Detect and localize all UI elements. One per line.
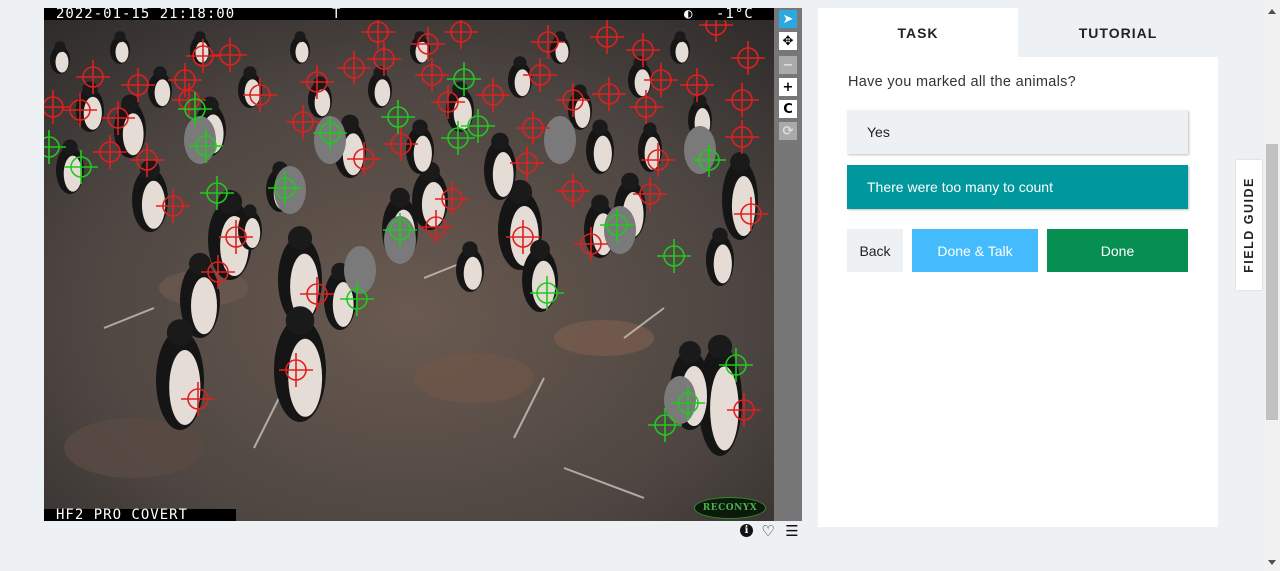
penguin-chick (544, 116, 576, 164)
penguin-colony-photo[interactable] (44, 8, 774, 521)
reconyx-logo: RECONYX (694, 497, 766, 519)
task-panel: TASK TUTORIAL Have you marked all the an… (818, 8, 1218, 527)
move-icon[interactable]: ✥ (779, 32, 797, 50)
zoom-in-icon[interactable]: + (779, 78, 797, 96)
pointer-icon[interactable]: ➤ (779, 10, 797, 28)
penguin-chick (274, 166, 306, 214)
reset-icon[interactable]: ⟳ (779, 122, 797, 140)
moon-phase-icon: ◐ (684, 8, 694, 22)
field-guide-tab[interactable]: FIELD GUIDE (1236, 160, 1262, 290)
done-and-talk-button[interactable]: Done & Talk (912, 229, 1038, 272)
penguin-chick (184, 116, 216, 164)
scroll-thumb[interactable] (1266, 144, 1278, 420)
subject-meta-icons: i ♡ ☰ (740, 522, 801, 540)
penguin-chick (664, 376, 696, 424)
answer-too-many[interactable]: There were too many to count (847, 165, 1188, 209)
temperature: -1°C (716, 8, 754, 22)
penguin-chick (344, 246, 376, 294)
field-guide-label: FIELD GUIDE (1242, 177, 1257, 273)
collections-icon[interactable]: ☰ (783, 522, 801, 540)
camera-letter: T (332, 8, 342, 22)
page-scrollbar[interactable] (1264, 0, 1280, 571)
done-button[interactable]: Done (1047, 229, 1188, 272)
timestamp: 2022-01-15 21:18:00 (56, 8, 236, 22)
info-icon[interactable]: i (740, 524, 753, 537)
camera-model: HF2 PRO COVERT (44, 508, 236, 521)
back-button[interactable]: Back (847, 229, 903, 272)
task-tabs: TASK TUTORIAL (818, 8, 1218, 57)
rotate-icon[interactable]: C (779, 100, 797, 118)
scroll-up-arrow-icon[interactable] (1268, 9, 1276, 14)
tab-task[interactable]: TASK (818, 8, 1018, 57)
task-question: Have you marked all the animals? (848, 74, 1077, 90)
subject-image[interactable]: 2022-01-15 21:18:00 T ◐ -1°C HF2 PRO COV… (44, 8, 774, 521)
camera-info-bar: 2022-01-15 21:18:00 T ◐ -1°C (44, 8, 774, 22)
tab-tutorial[interactable]: TUTORIAL (1018, 8, 1218, 57)
scroll-down-arrow-icon[interactable] (1268, 560, 1276, 565)
zoom-out-icon[interactable]: − (779, 56, 797, 74)
answer-yes[interactable]: Yes (847, 110, 1188, 154)
image-toolbar: ➤ ✥ − + C ⟳ (774, 8, 802, 521)
favorite-icon[interactable]: ♡ (759, 522, 777, 540)
